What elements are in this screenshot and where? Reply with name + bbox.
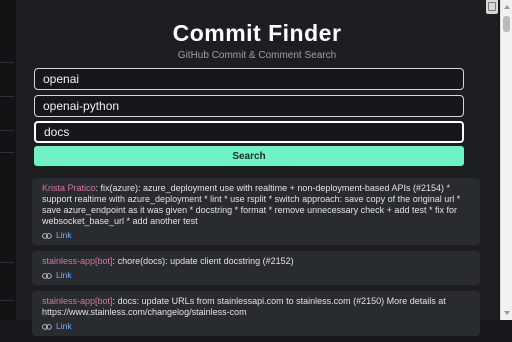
link-icon xyxy=(42,272,52,279)
link-label[interactable]: Link xyxy=(56,230,72,241)
commit-author: stainless-app[bot] xyxy=(42,296,113,306)
result-card: stainless-app[bot]: chore(docs): update … xyxy=(32,251,480,285)
background-window-strip xyxy=(0,0,16,320)
link-icon xyxy=(42,323,52,330)
extension-popup: Commit Finder GitHub Commit & Comment Se… xyxy=(16,0,498,336)
search-button[interactable]: Search xyxy=(34,146,464,166)
commit-author: stainless-app[bot] xyxy=(42,256,113,266)
commit-author: Krista Pratico xyxy=(42,183,96,193)
scrollbar[interactable] xyxy=(500,0,512,320)
query-input[interactable] xyxy=(34,121,464,143)
pin-icon[interactable] xyxy=(486,0,498,14)
result-card: stainless-app[bot]: docs: update URLs fr… xyxy=(32,291,480,336)
repo-input[interactable] xyxy=(34,95,464,117)
link-label[interactable]: Link xyxy=(56,270,72,281)
scrollbar-thumb[interactable] xyxy=(503,16,510,32)
link-label[interactable]: Link xyxy=(56,321,72,332)
page-subtitle: GitHub Commit & Comment Search xyxy=(177,50,337,61)
scroll-down-icon[interactable] xyxy=(504,311,510,315)
commit-link[interactable]: Link xyxy=(42,230,470,241)
commit-message: chore(docs): update client docstring (#2… xyxy=(117,256,294,266)
result-card: Krista Pratico: fix(azure): azure_deploy… xyxy=(32,178,480,245)
scroll-up-icon[interactable] xyxy=(504,5,510,9)
page-title: Commit Finder xyxy=(172,20,342,46)
results-list: Krista Pratico: fix(azure): azure_deploy… xyxy=(32,178,480,342)
commit-link[interactable]: Link xyxy=(42,270,470,281)
commit-message: fix(azure): azure_deployment use with re… xyxy=(42,183,461,226)
commit-link[interactable]: Link xyxy=(42,321,470,332)
owner-input[interactable] xyxy=(34,68,464,90)
link-icon xyxy=(42,232,52,239)
